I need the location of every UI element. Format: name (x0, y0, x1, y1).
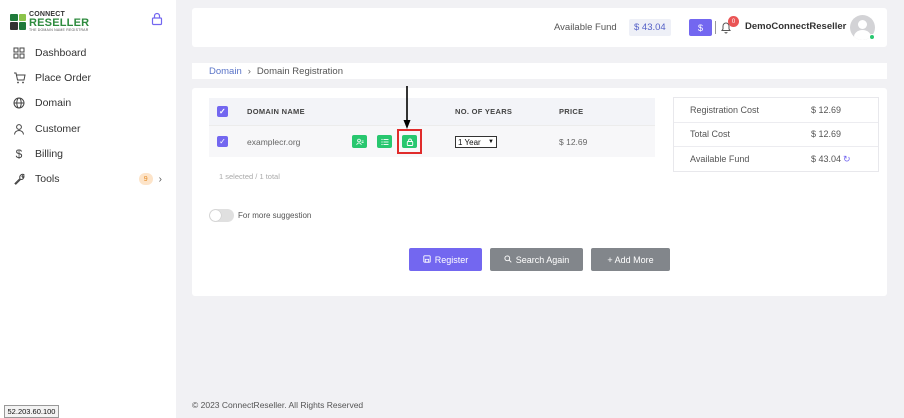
globe-icon (12, 96, 26, 110)
column-domain-name: DOMAIN NAME (247, 107, 305, 116)
wrench-icon (12, 172, 26, 186)
sidebar-item-label: Billing (35, 147, 64, 160)
arrow-down-icon (403, 86, 411, 129)
user-name[interactable]: DemoConnectReseller (745, 21, 846, 32)
summary-row-registration-cost: Registration Cost $ 12.69 (674, 98, 878, 123)
nameserver-list-button[interactable] (377, 135, 392, 148)
suggestion-toggle-label: For more suggestion (238, 211, 312, 220)
refresh-icon[interactable]: ↻ (843, 154, 851, 165)
cost-summary: Registration Cost $ 12.69 Total Cost $ 1… (673, 97, 879, 172)
dashboard-icon (12, 46, 26, 60)
logo-mark-icon (10, 13, 26, 30)
sidebar-item-dashboard[interactable]: Dashboard (0, 40, 176, 65)
footer-copyright: © 2023 ConnectReseller. All Rights Reser… (192, 400, 364, 410)
summary-row-available-fund: Available Fund $ 43.04 ↻ (674, 147, 878, 172)
total-cost-label: Total Cost (690, 129, 731, 140)
sidebar-nav: Dashboard Place Order Domain Customer $ … (0, 40, 176, 192)
register-button[interactable]: Register (409, 248, 482, 271)
add-more-button-label: + Add More (607, 254, 654, 265)
domain-table: ✓ DOMAIN NAME NO. OF YEARS PRICE ✓ examp… (209, 98, 655, 157)
domain-name-cell: examplecr.org (247, 136, 301, 147)
tools-count-badge: 9 (138, 173, 153, 186)
sidebar-item-place-order[interactable]: Place Order (0, 65, 176, 90)
dollar-icon: $ (15, 146, 23, 161)
sidebar-item-customer[interactable]: Customer (0, 116, 176, 141)
cart-icon (12, 71, 26, 85)
notification-badge: 0 (728, 16, 739, 27)
row-checkbox[interactable]: ✓ (217, 136, 228, 147)
table-header: ✓ DOMAIN NAME NO. OF YEARS PRICE (209, 98, 655, 125)
sidebar-item-label: Tools (35, 173, 60, 186)
add-more-button[interactable]: + Add More (591, 248, 670, 271)
chevron-down-icon: ▼ (488, 139, 494, 145)
breadcrumb: Domain › Domain Registration (192, 63, 887, 79)
total-cost-value: $ 12.69 (811, 129, 842, 140)
sidebar-item-label: Place Order (35, 71, 92, 84)
breadcrumb-current: Domain Registration (256, 65, 343, 77)
search-again-button-label: Search Again (515, 254, 570, 265)
suggestion-toggle[interactable] (209, 209, 234, 222)
registration-cost-value: $ 12.69 (811, 104, 842, 115)
contact-action-button[interactable] (352, 135, 367, 148)
chevron-right-icon: › (158, 173, 162, 185)
sidebar-item-label: Domain (35, 97, 72, 110)
sidebar-item-label: Dashboard (35, 46, 87, 59)
user-icon (12, 122, 26, 136)
logo-line3: THE DOMAIN NAME REGISTRAR (29, 28, 89, 32)
sidebar: CONNECT RESELLER THE DOMAIN NAME REGISTR… (0, 0, 176, 418)
summary-row-total-cost: Total Cost $ 12.69 (674, 123, 878, 147)
domain-registration-card: ✓ DOMAIN NAME NO. OF YEARS PRICE ✓ examp… (192, 88, 887, 296)
years-select-value: 1 Year (458, 137, 481, 147)
lock-icon[interactable] (150, 12, 164, 26)
available-fund-value: $ 43.04 (629, 19, 671, 36)
registration-cost-label: Registration Cost (690, 104, 760, 115)
breadcrumb-domain-link[interactable]: Domain (209, 66, 242, 77)
years-select[interactable]: 1 Year ▼ (455, 136, 497, 148)
top-header: Available Fund $ 43.04 $ 0 DemoConnectRe… (192, 8, 887, 47)
register-button-label: Register (434, 254, 469, 265)
highlight-box (397, 129, 422, 154)
list-icon (380, 138, 388, 145)
contact-icon (355, 138, 364, 145)
table-row: ✓ examplecr.org 1 Year ▼ $ 12.69 (209, 125, 655, 157)
header-divider (715, 21, 716, 34)
select-all-checkbox[interactable]: ✓ (217, 106, 228, 117)
save-icon (423, 254, 431, 265)
sidebar-item-billing[interactable]: $ Billing (0, 141, 176, 166)
ip-address: 52.203.60.100 (4, 405, 59, 418)
sidebar-item-label: Customer (35, 122, 81, 135)
selection-info: 1 selected / 1 total (219, 172, 280, 181)
toggle-knob (210, 210, 221, 221)
add-fund-button[interactable]: $ (689, 19, 712, 36)
online-status-dot (869, 34, 875, 40)
price-cell: $ 12.69 (559, 136, 588, 147)
available-fund-summary-label: Available Fund (690, 154, 750, 165)
search-icon (504, 254, 512, 265)
sidebar-item-tools[interactable]: Tools 9 › (0, 166, 176, 191)
column-years: NO. OF YEARS (455, 107, 513, 116)
search-again-button[interactable]: Search Again (490, 248, 583, 271)
available-fund-label: Available Fund (554, 22, 617, 33)
breadcrumb-separator: › (247, 65, 251, 77)
connectreseller-logo[interactable]: CONNECT RESELLER THE DOMAIN NAME REGISTR… (10, 11, 89, 33)
available-fund-summary-value: $ 43.04 (811, 154, 842, 165)
column-price: PRICE (559, 107, 584, 116)
sidebar-item-domain[interactable]: Domain (0, 91, 176, 116)
